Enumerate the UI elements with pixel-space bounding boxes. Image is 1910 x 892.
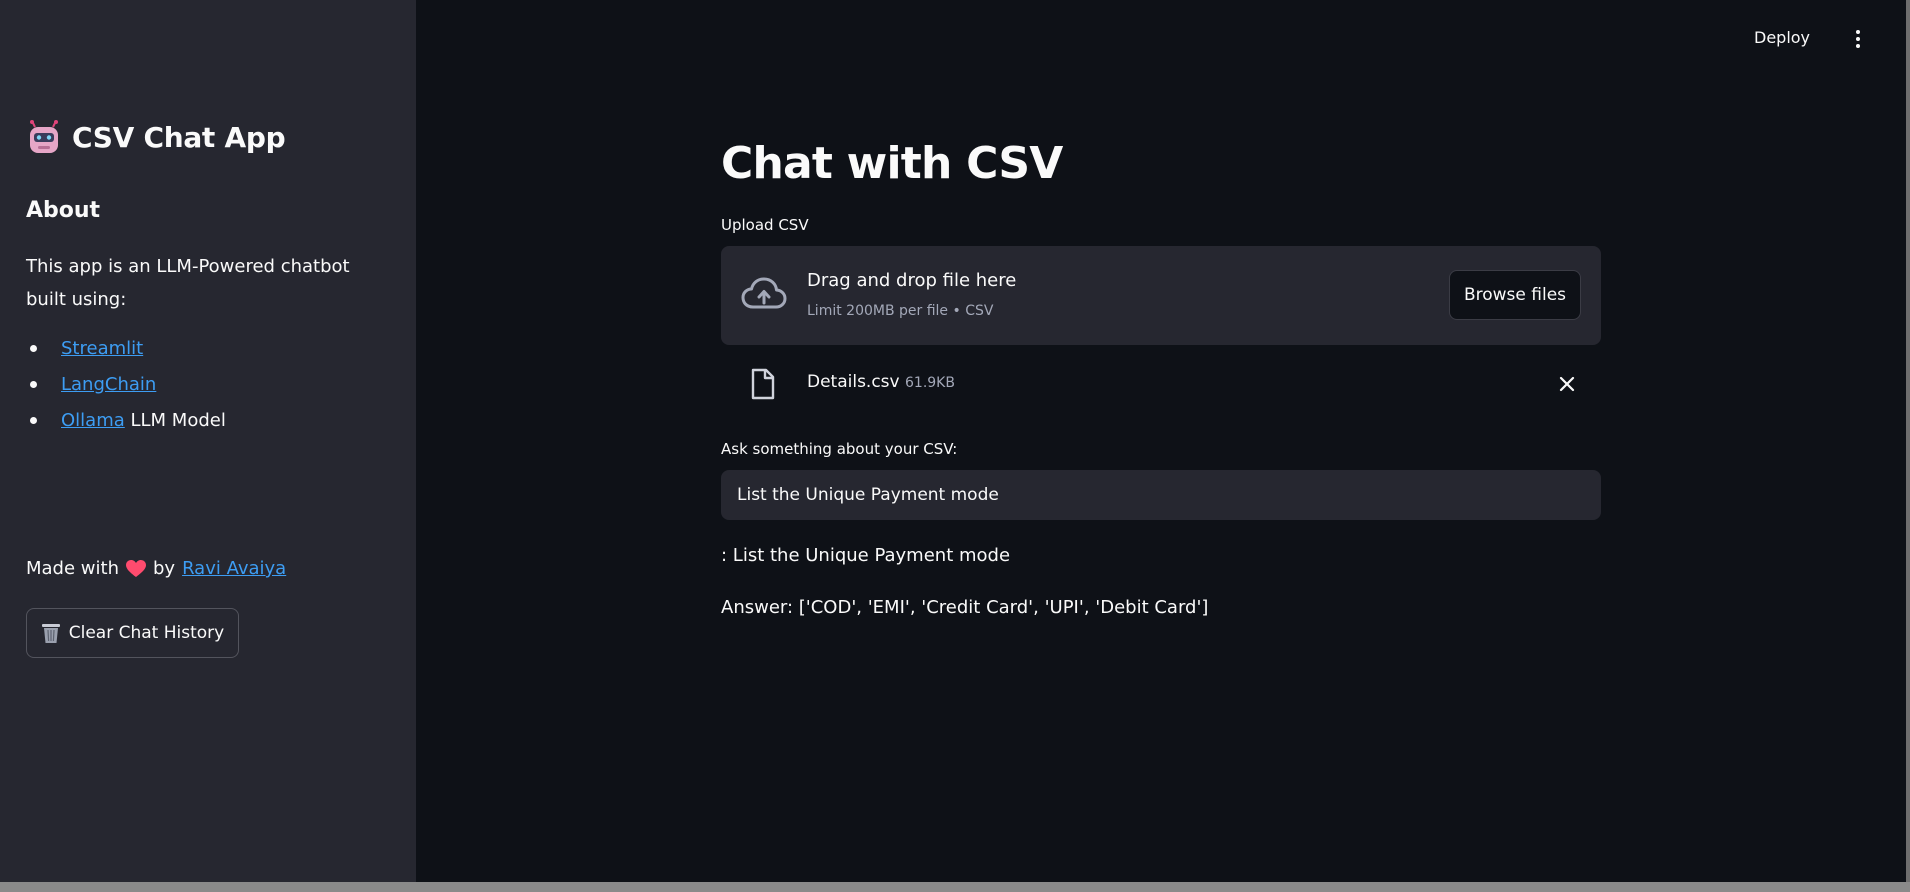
bullet bbox=[30, 416, 37, 424]
chat-answer: Answer: ['COD', 'EMI', 'Credit Card', 'U… bbox=[721, 597, 1209, 618]
browse-files-button[interactable]: Browse files bbox=[1449, 270, 1581, 320]
uploaded-file-size: 61.9KB bbox=[905, 375, 955, 391]
tech-list: Streamlit LangChain Ollama LLM Model bbox=[26, 330, 226, 438]
clear-chat-history-label: Clear Chat History bbox=[68, 623, 225, 643]
page-title: Chat with CSV bbox=[721, 138, 1063, 189]
about-heading: About bbox=[26, 198, 101, 223]
ask-label: Ask something about your CSV: bbox=[721, 440, 958, 458]
heart-icon bbox=[125, 559, 146, 578]
kebab-menu-icon[interactable] bbox=[1850, 30, 1866, 54]
sidebar-title: CSV Chat App bbox=[26, 120, 286, 154]
about-description: This app is an LLM-Powered chatbot built… bbox=[26, 256, 350, 310]
list-item: Streamlit bbox=[26, 330, 226, 366]
ollama-link[interactable]: Ollama bbox=[61, 410, 125, 431]
sidebar-title-text: CSV Chat App bbox=[72, 120, 286, 154]
streamlit-link[interactable]: Streamlit bbox=[61, 338, 143, 359]
close-icon[interactable] bbox=[1557, 374, 1577, 394]
made-with-line: Made with by Ravi Avaiya bbox=[26, 558, 286, 579]
upload-label: Upload CSV bbox=[721, 216, 809, 234]
langchain-link[interactable]: LangChain bbox=[61, 374, 156, 395]
chat-question: : List the Unique Payment mode bbox=[721, 545, 1011, 566]
wastebasket-icon bbox=[41, 622, 61, 644]
by-text: by bbox=[152, 558, 176, 579]
bottom-scrollbar[interactable] bbox=[0, 882, 1910, 892]
dropzone-instruction: Drag and drop file here bbox=[807, 270, 1017, 291]
author-link[interactable]: Ravi Avaiya bbox=[182, 558, 286, 579]
robot-icon bbox=[26, 120, 62, 154]
deploy-button[interactable]: Deploy bbox=[1754, 28, 1810, 47]
bullet bbox=[30, 344, 37, 352]
window-edge bbox=[1906, 0, 1910, 882]
app-window: CSV Chat App About This app is an LLM-Po… bbox=[0, 0, 1910, 882]
dropzone-limit: Limit 200MB per file • CSV bbox=[807, 303, 994, 319]
list-item: Ollama LLM Model bbox=[26, 402, 226, 438]
list-item: LangChain bbox=[26, 366, 226, 402]
clear-chat-history-button[interactable]: Clear Chat History bbox=[26, 608, 239, 658]
main-area bbox=[416, 0, 1910, 882]
cloud-upload-icon bbox=[741, 276, 787, 312]
uploaded-file-name: Details.csv bbox=[807, 372, 900, 392]
made-with-text: Made with bbox=[26, 558, 119, 579]
list-item-suffix: LLM Model bbox=[124, 409, 226, 431]
bullet bbox=[30, 380, 37, 388]
file-dropzone[interactable]: Drag and drop file here Limit 200MB per … bbox=[721, 246, 1601, 345]
sidebar: CSV Chat App About This app is an LLM-Po… bbox=[0, 0, 416, 882]
uploaded-file-row: Details.csv 61.9KB bbox=[721, 360, 1601, 408]
ask-input[interactable] bbox=[721, 470, 1601, 520]
file-icon bbox=[751, 368, 775, 400]
